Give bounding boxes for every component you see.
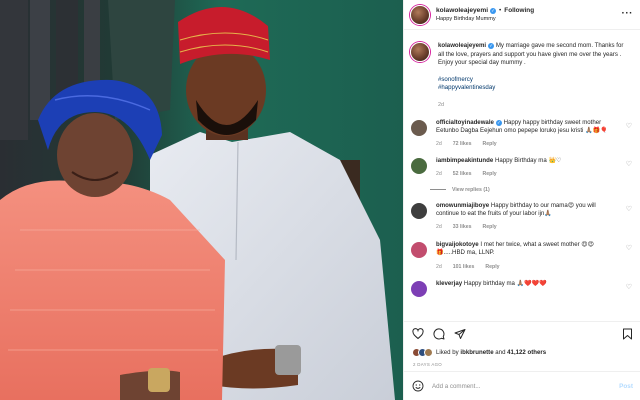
comment-like-heart-icon[interactable]: ♡	[626, 205, 632, 213]
bookmark-icon[interactable]	[622, 328, 633, 340]
post-date: 2 DAYS AGO	[413, 362, 443, 367]
liked-by-user[interactable]: ibkbrunette	[460, 349, 493, 356]
comment-likes[interactable]: 101 likes	[453, 263, 475, 271]
smiley-icon[interactable]	[412, 380, 424, 392]
hashtag-link[interactable]: #happyvalentinesday	[438, 84, 628, 93]
hashtag-link[interactable]: #sonofmercy	[438, 76, 628, 85]
comment-likes[interactable]: 52 likes	[453, 170, 472, 178]
author-avatar[interactable]	[410, 4, 430, 25]
comment-username[interactable]: omowunmiajiboye	[436, 202, 489, 209]
likes-count[interactable]: 41,122 others	[507, 349, 546, 356]
comment: iambimpeakintunde Happy Birthday ma 👑♡ 2…	[404, 157, 640, 179]
replies-line	[430, 189, 446, 191]
commenter-avatar[interactable]	[411, 241, 427, 258]
comment-reply-button[interactable]: Reply	[485, 263, 499, 271]
comment-username[interactable]: iambimpeakintunde	[436, 157, 493, 164]
comment-like-heart-icon[interactable]: ♡	[626, 160, 632, 168]
comment: kleverjay Happy birthday ma 🙏🏽❤️❤️❤️ ♡	[404, 280, 640, 298]
comment-reply-button[interactable]: Reply	[483, 140, 497, 148]
liked-by-and: and	[495, 349, 506, 356]
post-subtitle: Happy Birthday Mummy	[436, 15, 496, 22]
commenter-avatar[interactable]	[411, 281, 427, 298]
author-username[interactable]: kolawoleajeyemi	[436, 7, 488, 15]
following-button[interactable]: Following	[504, 7, 534, 14]
comment-input[interactable]	[432, 382, 602, 390]
comment-like-heart-icon[interactable]: ♡	[626, 122, 632, 130]
caption-age: 2d	[438, 101, 444, 108]
post-comment-button[interactable]: Post	[619, 383, 633, 390]
liked-by-prefix: Liked by	[436, 349, 459, 356]
comment-reply-button[interactable]: Reply	[483, 223, 497, 231]
comment-username[interactable]: bigvaijokotoye	[436, 241, 479, 248]
comment-like-heart-icon[interactable]: ♡	[626, 244, 632, 252]
comment-age: 2d	[436, 263, 442, 270]
verified-badge-icon: ✓	[488, 43, 495, 49]
comment-age: 2d	[436, 224, 442, 231]
commenter-avatar[interactable]	[411, 157, 427, 174]
comments-scroll-area[interactable]: kolawoleajeyemi ✓ My marriage gave me sec…	[404, 31, 640, 321]
commenter-avatar[interactable]	[411, 202, 427, 219]
post-header: kolawoleajeyemi ✓ • Following Happy Birt…	[404, 0, 640, 30]
heart-icon[interactable]	[412, 328, 424, 340]
caption: kolawoleajeyemi ✓ My marriage gave me sec…	[404, 31, 640, 110]
more-horizontal-icon[interactable]: ···	[622, 8, 634, 19]
liker-avatar	[424, 348, 433, 357]
post-actions: Liked by ibkbrunette and 41,122 others 2…	[404, 321, 640, 371]
comment-age: 2d	[436, 171, 442, 178]
commenter-avatar[interactable]	[411, 119, 427, 136]
comment-likes[interactable]: 33 likes	[453, 223, 472, 231]
separator-dot: •	[499, 7, 502, 15]
share-icon[interactable]	[454, 328, 466, 340]
comment: omowunmiajiboye Happy birthday to our ma…	[404, 202, 640, 232]
comment: bigvaijokotoye I met her twice, what a s…	[404, 241, 640, 271]
verified-badge-icon: ✓	[495, 119, 502, 126]
view-replies-button[interactable]: View replies (1)	[430, 187, 640, 193]
comment-text: Happy Birthday ma 👑♡	[494, 156, 562, 164]
comment-age: 2d	[436, 141, 442, 148]
post-image	[0, 0, 403, 400]
verified-badge-icon: ✓	[490, 7, 497, 14]
comment: officialtoyinadewale ✓ Happy happy birthd…	[404, 119, 640, 149]
caption-username[interactable]: kolawoleajeyemi	[438, 42, 486, 49]
post-photo[interactable]	[0, 0, 403, 400]
comment-username[interactable]: kleverjay	[436, 280, 462, 287]
comment-text: Happy birthday ma 🙏🏽❤️❤️❤️	[463, 280, 547, 288]
comment-reply-button[interactable]: Reply	[483, 170, 497, 178]
caption-avatar[interactable]	[410, 42, 430, 62]
comment-like-heart-icon[interactable]: ♡	[626, 283, 632, 291]
post-detail-panel: kolawoleajeyemi ✓ • Following Happy Birt…	[403, 0, 640, 400]
view-replies-label[interactable]: View replies (1)	[452, 187, 490, 193]
liked-by: Liked by ibkbrunette and 41,122 others	[412, 348, 546, 357]
comment-likes[interactable]: 72 likes	[453, 140, 472, 148]
comment-icon[interactable]	[433, 328, 445, 340]
add-comment-bar: Post	[404, 371, 640, 400]
comment-username[interactable]: officialtoyinadewale	[436, 119, 494, 126]
